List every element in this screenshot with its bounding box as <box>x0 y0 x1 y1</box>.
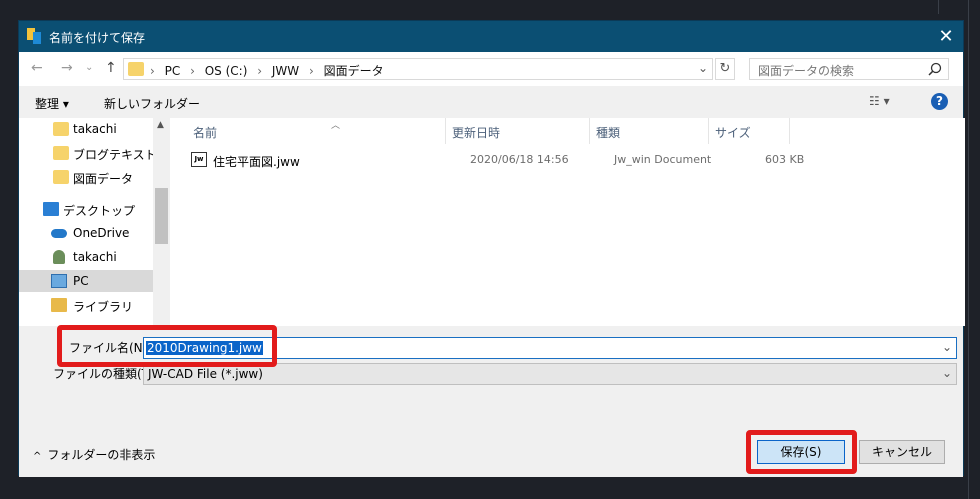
nav-item-desktop[interactable]: デスクトップ <box>19 198 153 220</box>
nav-item-drawings[interactable]: 図面データ <box>19 166 153 188</box>
breadcrumb-separator: › <box>150 64 155 78</box>
nav-item-label: takachi <box>73 122 117 136</box>
nav-item-label: ブログテキスト <box>73 148 157 162</box>
column-header-label: 種類 <box>596 126 621 140</box>
nav-item-label: デスクトップ <box>63 204 136 218</box>
up-arrow-icon[interactable]: ↑ <box>105 60 117 76</box>
nav-item-label: takachi <box>73 250 117 264</box>
breadcrumb-separator: › <box>257 64 263 78</box>
close-button[interactable]: ✕ <box>929 21 963 52</box>
title-bar: 名前を付けて保存 ✕ <box>19 21 963 52</box>
library-icon <box>51 298 67 312</box>
pc-icon <box>51 274 67 288</box>
folder-icon <box>128 62 144 76</box>
nav-item-label: OneDrive <box>73 226 130 240</box>
nav-item-label: ライブラリ <box>73 300 134 314</box>
breadcrumb-drive[interactable]: OS (C:) <box>205 64 248 78</box>
background-line <box>968 0 969 499</box>
breadcrumb-separator: › <box>190 64 195 78</box>
organize-button[interactable]: 整理 ▾ <box>35 95 69 112</box>
hide-folders-toggle[interactable]: ^ フォルダーの非表示 <box>33 446 155 463</box>
nav-item-library[interactable]: ライブラリ <box>19 294 153 316</box>
breadcrumb-pc[interactable]: PC <box>165 64 181 78</box>
column-header-modified[interactable]: 更新日時 <box>446 118 589 144</box>
background-line <box>938 0 939 14</box>
nav-item-label: PC <box>73 274 89 288</box>
nav-item-label: 図面データ <box>73 172 134 186</box>
filename-highlight-box <box>57 325 277 367</box>
search-input[interactable]: 図面データの検索 <box>749 58 949 80</box>
search-icon <box>928 62 942 76</box>
breadcrumb: › PC › OS (C:) › JWW › 図面データ <box>150 62 390 79</box>
chevron-down-icon[interactable]: ⌄ <box>942 366 952 380</box>
filetype-value: JW-CAD File (*.jww) <box>148 367 263 381</box>
file-size: 603 KB <box>765 153 805 166</box>
refresh-button[interactable]: ↻ <box>715 58 735 80</box>
nav-item-takachi-folder[interactable]: takachi <box>19 118 153 140</box>
column-divider[interactable] <box>789 118 790 144</box>
search-placeholder: 図面データの検索 <box>758 64 855 78</box>
column-header-name[interactable]: 名前 <box>171 118 445 144</box>
new-folder-button[interactable]: 新しいフォルダー <box>104 95 200 112</box>
refresh-icon: ↻ <box>719 61 731 76</box>
desktop-icon <box>43 202 59 216</box>
app-icon <box>27 28 41 44</box>
breadcrumb-drawings[interactable]: 図面データ <box>324 64 384 78</box>
cloud-icon <box>51 229 67 238</box>
view-options-icon[interactable]: ☷ ▾ <box>869 94 890 108</box>
column-header-type[interactable]: 種類 <box>590 118 708 144</box>
help-icon[interactable]: ? <box>931 93 948 110</box>
hide-folders-label: フォルダーの非表示 <box>47 448 156 462</box>
nav-item-user[interactable]: takachi <box>19 246 153 268</box>
file-type: Jw_win Document <box>614 153 712 166</box>
cancel-button[interactable]: キャンセル <box>859 440 945 464</box>
save-as-dialog: 名前を付けて保存 ✕ ← → ⌄ ↑ › PC › OS (C:) › JWW … <box>18 20 965 477</box>
user-icon <box>53 250 65 264</box>
nav-item-blog-text[interactable]: ブログテキスト <box>19 142 157 164</box>
nav-scrollbar[interactable]: ▲ <box>153 118 170 326</box>
recent-locations-icon[interactable]: ⌄ <box>85 62 93 73</box>
address-row: ← → ⌄ ↑ › PC › OS (C:) › JWW › 図面データ ⌄ ↻… <box>19 52 963 86</box>
nav-item-pc[interactable]: PC <box>19 270 153 292</box>
column-header-size[interactable]: サイズ <box>709 118 789 144</box>
breadcrumb-jww[interactable]: JWW <box>272 64 299 78</box>
column-header-label: 更新日時 <box>452 126 501 140</box>
file-modified: 2020/06/18 14:56 <box>470 153 569 166</box>
save-highlight-box <box>746 430 857 474</box>
breadcrumb-separator: › <box>308 64 314 78</box>
folder-icon <box>53 122 69 136</box>
navigation-pane: takachi ブログテキスト 図面データ デスクトップ OneDrive ta… <box>19 118 171 326</box>
scrollbar-thumb[interactable] <box>155 188 168 244</box>
file-list: ︿ 名前 更新日時 種類 サイズ Jw 住宅平面図.jww 2020/06/18… <box>171 118 965 326</box>
column-header-label: 名前 <box>193 126 218 140</box>
jww-file-icon: Jw <box>191 152 207 167</box>
window-title: 名前を付けて保存 <box>49 31 146 45</box>
column-header-label: サイズ <box>715 126 751 140</box>
chevron-down-icon[interactable]: ⌄ <box>698 61 708 75</box>
table-row[interactable]: Jw 住宅平面図.jww 2020/06/18 14:56 Jw_win Doc… <box>181 149 821 171</box>
nav-item-onedrive[interactable]: OneDrive <box>19 222 153 244</box>
command-bar: 整理 ▾ 新しいフォルダー ☷ ▾ ? <box>19 86 963 118</box>
forward-arrow-icon[interactable]: → <box>61 60 73 76</box>
file-name: 住宅平面図.jww <box>213 155 300 169</box>
chevron-down-icon[interactable]: ⌄ <box>942 340 952 354</box>
back-arrow-icon[interactable]: ← <box>31 60 43 76</box>
folder-icon <box>53 170 69 184</box>
scroll-up-icon[interactable]: ▲ <box>157 120 164 130</box>
folder-icon <box>53 146 69 160</box>
address-bar[interactable]: › PC › OS (C:) › JWW › 図面データ ⌄ <box>123 58 713 80</box>
chevron-up-icon: ^ <box>33 451 42 462</box>
